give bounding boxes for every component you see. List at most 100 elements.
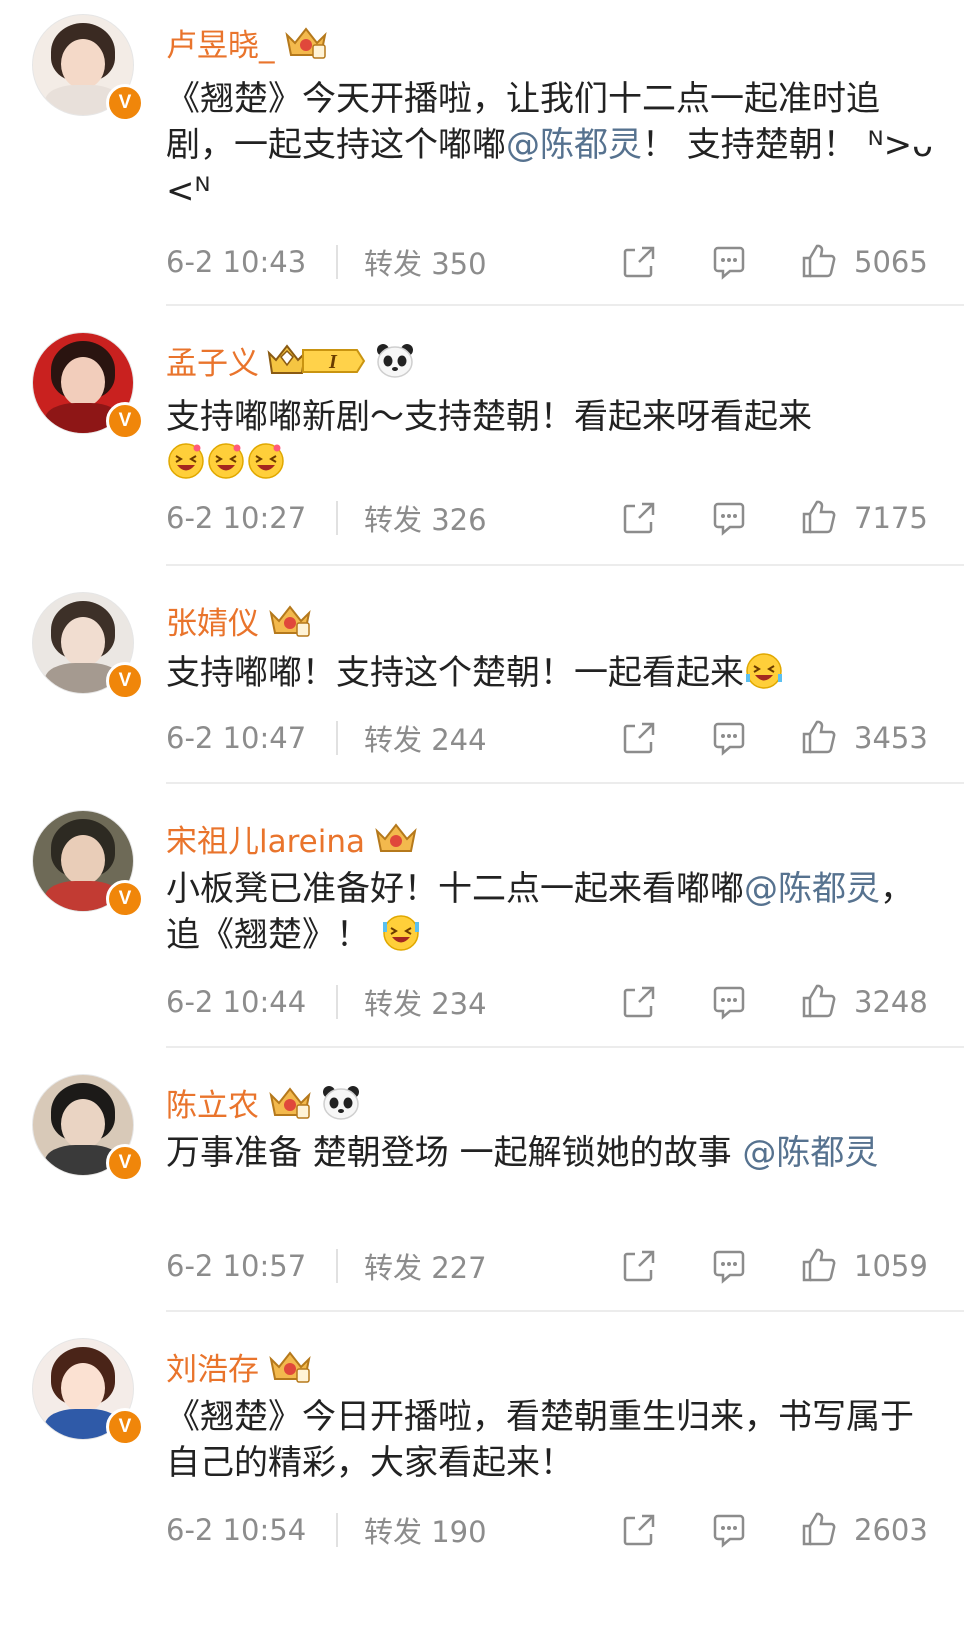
like-icon[interactable] [800, 1510, 838, 1548]
verified-badge-icon: V [106, 402, 144, 440]
like-count: 1059 [854, 1249, 928, 1283]
share-icon[interactable] [620, 1511, 658, 1549]
comment-divider [166, 564, 964, 566]
username[interactable]: 陈立农 [166, 1080, 259, 1125]
like-count: 7175 [854, 501, 928, 535]
like-icon[interactable] [800, 242, 838, 280]
repost-count[interactable]: 转发 244 [364, 717, 624, 759]
username[interactable]: 孟子义 [166, 338, 259, 383]
like-count: 3248 [854, 985, 928, 1019]
comment-meta: 6-2 10:54 转发 190 2603 [166, 1510, 946, 1550]
comment-text-segment: 万事准备 楚朝登场 一起解锁她的故事 [166, 1133, 743, 1173]
like-icon[interactable] [800, 1246, 838, 1284]
crown-icon [375, 823, 417, 852]
verified-badge-icon: V [106, 1144, 144, 1182]
username-row: 刘浩存 [166, 1344, 313, 1388]
repost-count[interactable]: 转发 326 [364, 497, 624, 539]
laughing-emoji-icon [746, 653, 782, 689]
avatar[interactable]: V [32, 1074, 144, 1182]
comment-text: 支持嘟嘟新剧～支持楚朝！看起来呀看起来 [166, 394, 936, 486]
comment-icon[interactable] [710, 983, 748, 1021]
avatar[interactable]: V [32, 14, 144, 122]
share-icon[interactable] [620, 1247, 658, 1285]
verified-badge-icon: V [106, 84, 144, 122]
avatar[interactable]: V [32, 810, 144, 918]
comment-text-segment: 支持嘟嘟新剧～支持楚朝！看起来呀看起来 [166, 397, 812, 437]
timestamp: 6-2 10:54 [166, 1513, 307, 1547]
username[interactable]: 张婧仪 [166, 598, 259, 643]
comment-divider [166, 304, 964, 306]
level-badge-text: I [328, 351, 338, 373]
username-row: 张婧仪 [166, 598, 313, 642]
comment-text: 《翘楚》今天开播啦，让我们十二点一起准时追剧，一起支持这个嘟嘟@陈都灵！ 支持楚… [166, 76, 936, 214]
like-icon[interactable] [800, 718, 838, 756]
avatar[interactable]: V [32, 592, 144, 700]
like-count: 3453 [854, 721, 928, 755]
panda-icon [377, 344, 413, 378]
username-row: 陈立农 [166, 1080, 361, 1124]
comment-text: 《翘楚》今日开播啦，看楚朝重生归来，书写属于自己的精彩，大家看起来！ [166, 1394, 936, 1486]
verified-badge-icon: V [106, 880, 144, 918]
laughing-emoji-icon [208, 443, 244, 479]
repost-count[interactable]: 转发 227 [364, 1245, 624, 1287]
like-icon[interactable] [800, 982, 838, 1020]
like-count: 5065 [854, 245, 928, 279]
comment-icon[interactable] [710, 719, 748, 757]
comment-icon[interactable] [710, 1511, 748, 1549]
username[interactable]: 卢昱晓_ [166, 20, 275, 65]
crown-icon [284, 27, 327, 59]
verified-badge-icon: V [106, 662, 144, 700]
comment-text-segment: 支持嘟嘟！支持这个楚朝！一起看起来 [166, 653, 744, 693]
mention-link[interactable]: @陈都灵 [742, 1133, 878, 1173]
mention-link[interactable]: @陈都灵 [744, 869, 880, 909]
username[interactable]: 刘浩存 [166, 1344, 259, 1389]
comment-text-segment: 《翘楚》今日开播啦，看楚朝重生归来，书写属于自己的精彩，大家看起来！ [166, 1397, 914, 1483]
divider [336, 245, 338, 279]
timestamp: 6-2 10:47 [166, 721, 307, 755]
comment-divider [166, 1046, 964, 1048]
share-icon[interactable] [620, 719, 658, 757]
comment-divider [166, 782, 964, 784]
crown-icon [269, 1087, 311, 1119]
timestamp: 6-2 10:43 [166, 245, 307, 279]
repost-count[interactable]: 转发 190 [364, 1509, 624, 1551]
divider [336, 721, 338, 755]
username[interactable]: 宋祖儿lareina [166, 816, 365, 861]
timestamp: 6-2 10:44 [166, 985, 307, 1019]
divider [336, 501, 338, 535]
repost-count[interactable]: 转发 234 [364, 981, 624, 1023]
comment-divider [166, 1310, 964, 1312]
comment-text: 小板凳已准备好！十二点一起来看嘟嘟@陈都灵，追《翘楚》！ [166, 866, 936, 958]
comment-text: 万事准备 楚朝登场 一起解锁她的故事 @陈都灵 [166, 1130, 936, 1176]
comment-meta: 6-2 10:57 转发 227 1059 [166, 1246, 946, 1286]
share-icon[interactable] [620, 499, 658, 537]
avatar[interactable]: V [32, 332, 144, 440]
comment-icon[interactable] [710, 499, 748, 537]
divider [336, 1249, 338, 1283]
laughing-emoji-icon [382, 915, 419, 951]
username-row: 卢昱晓_ [166, 20, 329, 64]
comment-text: 支持嘟嘟！支持这个楚朝！一起看起来 [166, 650, 936, 696]
username-row: 宋祖儿lareina [166, 816, 419, 860]
verified-badge-icon: V [106, 1408, 144, 1446]
avatar[interactable]: V [32, 1338, 144, 1446]
comment-meta: 6-2 10:43 转发 350 5065 [166, 242, 946, 282]
comment-feed: V 卢昱晓_ 《翘楚》今天开播啦，让我们十二点一起准时追剧，一起支持这个嘟嘟@陈… [0, 0, 964, 1645]
comment-icon[interactable] [710, 243, 748, 281]
laughing-emoji-icon [168, 443, 204, 479]
crown-icon [269, 1351, 311, 1383]
like-icon[interactable] [800, 498, 838, 536]
share-icon[interactable] [620, 243, 658, 281]
repost-count[interactable]: 转发 350 [364, 241, 624, 283]
share-icon[interactable] [620, 983, 658, 1021]
crown-icon [269, 605, 311, 637]
timestamp: 6-2 10:57 [166, 1249, 307, 1283]
divider [336, 985, 338, 1019]
comment-text-segment: 小板凳已准备好！十二点一起来看嘟嘟 [166, 869, 744, 909]
like-count: 2603 [854, 1513, 928, 1547]
mention-link[interactable]: @陈都灵 [506, 125, 642, 165]
panda-icon [323, 1086, 359, 1120]
username-row: 孟子义 I [166, 338, 415, 382]
comment-icon[interactable] [710, 1247, 748, 1285]
laughing-emoji-icon [248, 443, 284, 479]
